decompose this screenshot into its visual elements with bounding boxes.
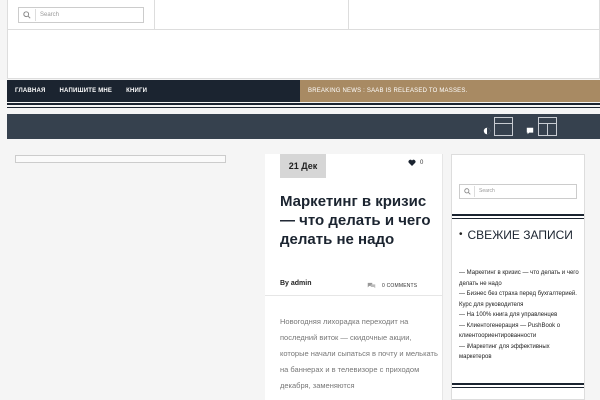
grid-icon[interactable] (538, 117, 557, 136)
comments-link[interactable]: 0 COMMENTS (367, 282, 417, 289)
date-badge: 21 Дек (280, 154, 326, 178)
recent-posts-list: — Маркетинг в кризис — что делать и чего… (459, 268, 581, 363)
sidebar-rule (452, 383, 584, 385)
nav-rule (7, 107, 600, 108)
header-divider (154, 0, 155, 29)
contrast-icon[interactable] (483, 122, 491, 140)
article-excerpt: Новогодняя лихорадка переходит на послед… (280, 317, 438, 390)
recent-post-link[interactable]: — Клиентогенерация — PushBook о клиентоо… (459, 321, 581, 342)
bullet-icon: • (459, 229, 463, 240)
article-card: 21 Дек 0 Маркетинг в кризис — что делать… (265, 154, 443, 400)
chat-icon[interactable] (526, 122, 534, 140)
nav-item-home[interactable]: ГЛАВНАЯ (15, 88, 46, 94)
comments-count[interactable]: 0 COMMENTS (382, 283, 417, 289)
article-author[interactable]: By admin (280, 280, 312, 287)
header-divider (348, 0, 349, 29)
article-title[interactable]: Маркетинг в кризис — что делать и чего д… (280, 192, 435, 249)
comment-icon[interactable] (367, 282, 376, 289)
sidebar-rule (452, 387, 584, 388)
layout-icon[interactable] (494, 117, 513, 136)
likes-counter[interactable]: 0 (408, 159, 423, 166)
likes-count: 0 (420, 159, 424, 166)
recent-post-link[interactable]: — Маркетинг в кризис — что делать и чего… (459, 268, 581, 289)
sidebar-rule (452, 218, 584, 219)
nav-rule (7, 103, 600, 105)
search-icon[interactable] (460, 185, 474, 198)
nav-item-books[interactable]: КНИГИ (126, 88, 147, 94)
recent-posts-title: СВЕЖИЕ ЗАПИСИ (467, 228, 573, 242)
article-divider (265, 295, 443, 296)
breaking-news-text[interactable]: BREAKING NEWS : SAAB IS RELEASED TO MASS… (308, 88, 467, 94)
sidebar-search-field[interactable]: Search (459, 184, 577, 199)
search-icon[interactable] (19, 8, 35, 22)
recent-posts-heading: • СВЕЖИЕ ЗАПИСИ (459, 228, 579, 242)
sidebar-rule (452, 214, 584, 216)
recent-post-link[interactable]: — На 100% книга для управленцев (459, 310, 581, 321)
recent-post-link[interactable]: — Бизнес без страха перед бухгалтерией. … (459, 289, 581, 310)
site-header: Search (7, 0, 600, 79)
breaking-news-ticker[interactable]: BREAKING NEWS : SAAB IS RELEASED TO MASS… (300, 80, 600, 102)
header-divider (8, 29, 599, 30)
toolbar-strip (7, 114, 600, 139)
heart-icon[interactable] (408, 159, 416, 166)
sidebar-search-input[interactable]: Search (474, 186, 495, 197)
left-column-box (15, 155, 226, 163)
header-search-field[interactable]: Search (18, 7, 144, 23)
nav-item-contact[interactable]: НАПИШИТЕ МНЕ (60, 88, 113, 94)
sidebar: Search • СВЕЖИЕ ЗАПИСИ — Маркетинг в кри… (451, 154, 585, 400)
main-navigation: ГЛАВНАЯ НАПИШИТЕ МНЕ КНИГИ BREAKING NEWS… (7, 80, 600, 102)
nav-menu: ГЛАВНАЯ НАПИШИТЕ МНЕ КНИГИ (15, 80, 147, 102)
recent-post-link[interactable]: — iМаркетинг для эффективных маркетеров (459, 342, 581, 363)
header-search-input[interactable]: Search (35, 9, 59, 21)
